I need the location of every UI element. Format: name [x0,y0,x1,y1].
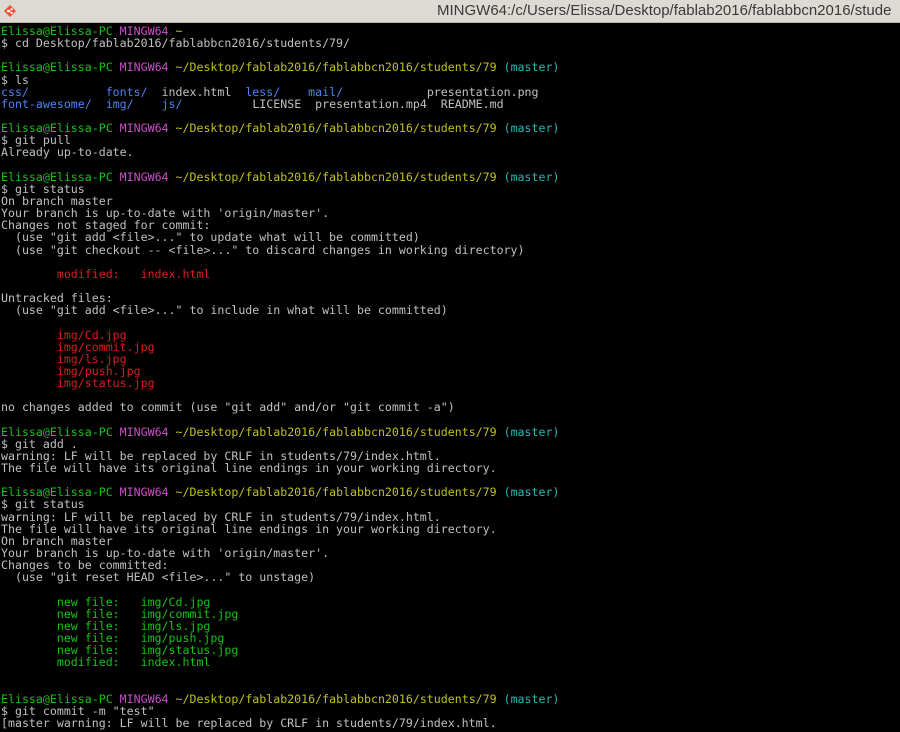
terminal-text: (master) [496,424,560,439]
window-title: MINGW64:/c/Users/Elissa/Desktop/fablab20… [437,2,892,19]
terminal-line: Elissa@Elissa-PC MINGW64 ~/Desktop/fabla… [1,426,559,438]
terminal-text: LICENSE presentation.mp4 README.md [182,96,504,111]
terminal-line: (use "git checkout -- <file>..." to disc… [1,242,559,257]
terminal-text: modified: index.html [1,266,211,281]
terminal-text: MINGW64 [119,424,169,439]
terminal-text: ~/Desktop/fablab2016/fablabbcn2016/stude… [168,169,497,184]
terminal-text: font-awesome/ [1,96,92,111]
terminal-text: (master) [496,691,560,706]
terminal-line: Elissa@Elissa-PC MINGW64 ~/Desktop/fabla… [1,122,559,134]
terminal-text: ~/Desktop/fablab2016/fablabbcn2016/stude… [168,60,497,75]
terminal-line: [master warning: LF will be replaced by … [1,717,559,729]
terminal-text: MINGW64 [119,60,169,75]
terminal-lines: Elissa@Elissa-PC MINGW64 ~ $ cd Desktop/f… [1,25,559,729]
terminal-text: (master) [496,60,560,75]
terminal-output[interactable]: Elissa@Elissa-PC MINGW64 ~ $ cd Desktop/f… [0,23,900,732]
terminal-line: Already up-to-date. [1,146,559,158]
window-title-bar[interactable]: MINGW64:/c/Users/Elissa/Desktop/fablab20… [0,0,900,23]
terminal-text: (use "git checkout -- <file>..." to disc… [1,242,525,257]
terminal-line: $ cd Desktop/fablab2016/fablabbcn2016/st… [1,37,559,49]
terminal-text: MINGW64 [119,169,169,184]
terminal-line: Elissa@Elissa-PC MINGW64 ~/Desktop/fabla… [1,171,559,183]
terminal-text: (master) [496,485,560,500]
terminal-text: (use "git add <file>..." to include in w… [1,303,448,318]
terminal-line: Elissa@Elissa-PC MINGW64 ~/Desktop/fabla… [1,61,559,73]
git-bash-icon[interactable] [3,4,17,18]
terminal-line: modified: index.html [1,268,559,280]
terminal-text: The file will have its original line end… [1,461,497,476]
terminal-text: js/ [161,96,183,111]
terminal-line: (use "git add <file>..." to include in w… [1,304,559,316]
terminal-text: ~/Desktop/fablab2016/fablabbcn2016/stude… [168,121,497,136]
terminal-text: Already up-to-date. [1,145,134,160]
terminal-text: img/status.jpg [1,376,155,391]
terminal-text: MINGW64 [119,121,169,136]
terminal-line: no changes added to commit (use "git add… [1,401,559,413]
terminal-text: MINGW64 [119,485,169,500]
terminal-line: The file will have its original line end… [1,462,559,474]
terminal-line: Elissa@Elissa-PC MINGW64 ~/Desktop/fabla… [1,486,559,498]
terminal-text: ~/Desktop/fablab2016/fablabbcn2016/stude… [168,424,497,439]
terminal-line: img/status.jpg [1,377,559,389]
terminal-text: $ cd Desktop/fablab2016/fablabbcn2016/st… [1,36,351,51]
terminal-text: no changes added to commit (use "git add… [1,400,455,415]
terminal-line: font-awesome/ img/ js/ LICENSE presentat… [1,98,559,110]
terminal-text: ~/Desktop/fablab2016/fablabbcn2016/stude… [168,691,497,706]
terminal-text: (use "git reset HEAD <file>..." to unsta… [1,570,316,585]
terminal-text: ~/Desktop/fablab2016/fablabbcn2016/stude… [168,485,497,500]
terminal-text: (master) [496,121,560,136]
terminal-text: modified: index.html [1,655,211,670]
terminal-line: modified: index.html [1,656,559,668]
terminal-text: [master warning: LF will be replaced by … [1,716,497,731]
terminal-text: (master) [496,169,560,184]
terminal-text: img/ [105,96,134,111]
terminal-line: (use "git reset HEAD <file>..." to unsta… [1,571,559,583]
